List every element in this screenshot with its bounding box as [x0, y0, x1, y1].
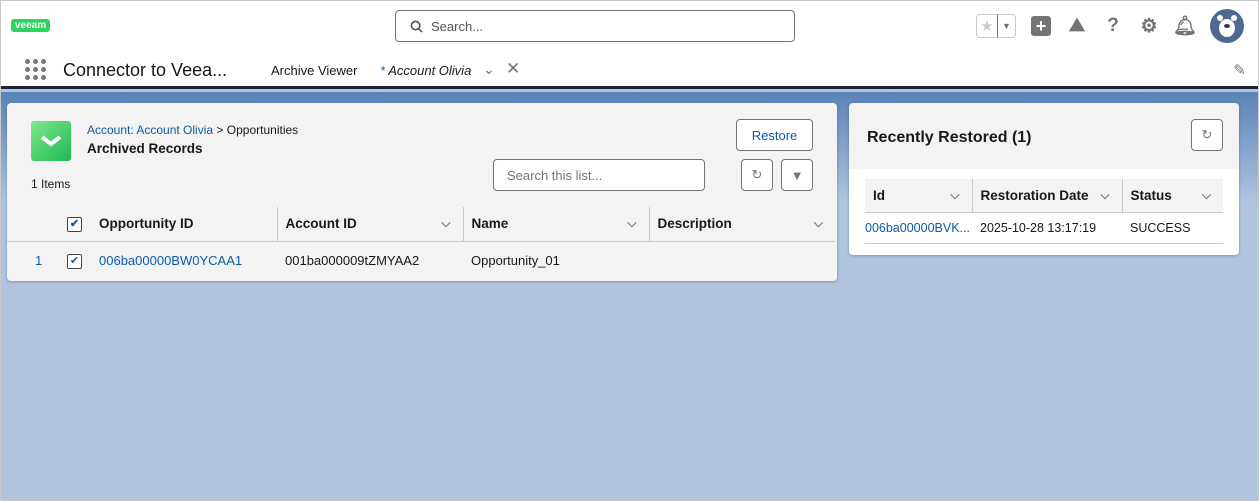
breadcrumb-current: Opportunities: [226, 123, 299, 137]
description: [649, 241, 835, 279]
column-opportunity-id[interactable]: Opportunity ID: [91, 207, 277, 242]
status: SUCCESS: [1122, 212, 1223, 244]
tab-archive-viewer[interactable]: Archive Viewer: [271, 63, 357, 78]
favorites-button[interactable]: ★ ▼: [976, 14, 1016, 38]
unsaved-marker: *: [380, 63, 386, 78]
chevron-down-icon[interactable]: ⌵: [627, 216, 636, 231]
app-nav: Connector to Veea... Archive Viewer * Ac…: [1, 51, 1258, 89]
page-title: Archived Records: [87, 141, 203, 156]
breadcrumb-separator: >: [216, 123, 224, 137]
recently-restored-card: Recently Restored (1) ↻ Id ⌵ Restoration …: [849, 103, 1239, 255]
table-row: 006ba00000BVK... 2025-10-28 13:17:19 SUC…: [865, 212, 1223, 244]
row-number-header: [7, 207, 59, 242]
filter-button[interactable]: ▼: [781, 159, 813, 191]
edit-icon[interactable]: ✎: [1233, 61, 1246, 79]
table-header: ✔ Opportunity ID Account ID ⌵ Name ⌵ Descr…: [7, 207, 835, 242]
table-header: Id ⌵ Restoration Date ⌵ Status ⌵: [865, 179, 1223, 213]
add-icon[interactable]: +: [1030, 15, 1052, 37]
tab-account-olivia[interactable]: * Account Olivia: [380, 63, 471, 78]
veeam-logo[interactable]: veeam: [11, 19, 51, 32]
global-search-input[interactable]: Search...: [395, 10, 795, 42]
recently-restored-table: Id ⌵ Restoration Date ⌵ Status ⌵ 006ba00000…: [865, 179, 1223, 244]
item-count: 1 Items: [31, 177, 71, 191]
avatar[interactable]: [1210, 9, 1244, 43]
chevron-down-icon[interactable]: ▼: [997, 15, 1015, 37]
archive-icon: [31, 121, 71, 161]
search-icon: [410, 20, 423, 33]
star-icon: ★: [980, 18, 994, 35]
app-launcher-icon[interactable]: [25, 59, 46, 80]
refresh-icon: ↻: [751, 167, 763, 182]
trailhead-icon[interactable]: ⛰: [1066, 15, 1088, 37]
row-checkbox[interactable]: ✔: [59, 241, 91, 279]
search-placeholder: Search...: [431, 18, 484, 34]
filter-icon: ▼: [790, 167, 804, 183]
bell-icon[interactable]: 🔔︎: [1173, 15, 1197, 37]
refresh-button[interactable]: ↻: [1191, 119, 1223, 151]
help-icon[interactable]: ?: [1102, 15, 1124, 37]
chevron-down-icon[interactable]: ⌄: [483, 61, 495, 78]
refresh-icon: ↻: [1201, 127, 1213, 142]
restored-id-link[interactable]: 006ba00000BVK...: [865, 212, 972, 244]
chevron-down-icon[interactable]: ⌵: [814, 216, 823, 231]
archived-records-card: Account: Account Olivia > Opportunities …: [7, 103, 837, 281]
list-search-input[interactable]: Search this list...: [493, 159, 705, 191]
chevron-down-icon[interactable]: ⌵: [1202, 188, 1211, 203]
recently-restored-title: Recently Restored (1): [867, 129, 1032, 146]
row-number: 1: [35, 252, 43, 268]
chevron-down-icon[interactable]: ⌵: [441, 216, 450, 231]
column-name[interactable]: Name ⌵: [462, 207, 649, 242]
tab-label: Account Olivia: [388, 63, 472, 78]
gear-icon[interactable]: ⚙: [1138, 15, 1160, 37]
column-status[interactable]: Status ⌵: [1121, 179, 1223, 213]
opportunity-id-link[interactable]: 006ba00000BW0YCAA1: [91, 241, 277, 279]
breadcrumb-account-link[interactable]: Account: Account Olivia: [87, 123, 213, 137]
restoration-date: 2025-10-28 13:17:19: [972, 212, 1122, 244]
close-icon[interactable]: ✕: [506, 59, 520, 79]
bear-icon: [1217, 15, 1237, 37]
table-row: 1 ✔ 006ba00000BW0YCAA1 001ba000009tZMYAA…: [7, 241, 835, 279]
column-id[interactable]: Id ⌵: [865, 179, 972, 213]
global-header: veeam Search... ★ ▼ + ⛰ ? ⚙ 🔔︎: [1, 1, 1258, 51]
app-name: Connector to Veea...: [63, 60, 228, 80]
column-description[interactable]: Description ⌵: [648, 207, 835, 242]
restore-button[interactable]: Restore: [736, 119, 813, 151]
name: Opportunity_01: [471, 252, 560, 268]
archived-table: ✔ Opportunity ID Account ID ⌵ Name ⌵ Descr…: [7, 207, 835, 279]
account-id: 001ba000009tZMYAA2: [285, 252, 420, 268]
chevron-down-icon[interactable]: ⌵: [1100, 188, 1109, 203]
refresh-button[interactable]: ↻: [741, 159, 773, 191]
column-restoration-date[interactable]: Restoration Date ⌵: [971, 179, 1122, 213]
chevron-down-icon[interactable]: ⌵: [950, 188, 959, 203]
column-account-id[interactable]: Account ID ⌵: [276, 207, 463, 242]
select-all-checkbox[interactable]: ✔: [59, 207, 91, 242]
breadcrumb: Account: Account Olivia > Opportunities: [87, 123, 298, 137]
